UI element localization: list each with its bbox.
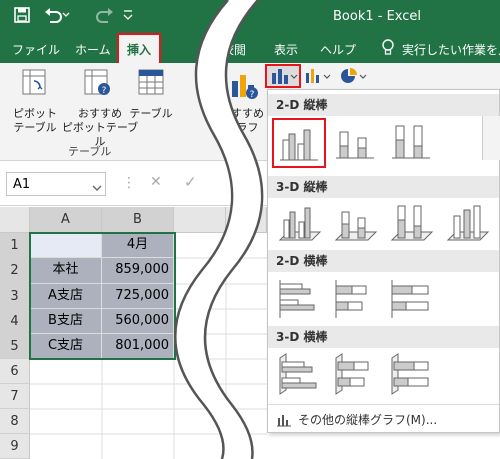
more-charts-icon — [276, 412, 292, 431]
3d-stacked-bar-icon[interactable] — [330, 352, 380, 400]
3d-stacked-column-icon[interactable] — [330, 200, 380, 248]
ribbon-right-edge — [482, 116, 500, 160]
menu-divider — [268, 404, 499, 405]
stacked-column-icon[interactable] — [330, 120, 380, 168]
3d-clustered-column-icon[interactable] — [274, 200, 324, 248]
section-3d-bar: 3-D 横棒 — [268, 326, 499, 348]
percent-stacked-column-icon[interactable] — [386, 120, 436, 168]
stacked-bar-icon[interactable] — [330, 276, 380, 324]
3d-percent-stacked-column-icon[interactable] — [386, 200, 436, 248]
clustered-column-icon[interactable] — [272, 118, 326, 168]
column-chart-menu: 2-D 縦棒 3-D 縦棒 2-D 横棒 3-D 横棒 その他の縦棒グラフ(M)… — [267, 89, 500, 433]
3d-column-icon[interactable] — [442, 200, 492, 248]
3d-percent-stacked-bar-icon[interactable] — [386, 352, 436, 400]
section-2d-bar: 2-D 横棒 — [268, 250, 499, 272]
section-2d-column: 2-D 縦棒 — [268, 94, 499, 116]
3d-clustered-bar-icon[interactable] — [274, 352, 324, 400]
clustered-bar-icon[interactable] — [274, 276, 324, 324]
section-3d-column: 3-D 縦棒 — [268, 176, 499, 198]
more-column-charts-link[interactable]: その他の縦棒グラフ(M)... — [298, 411, 437, 428]
percent-stacked-bar-icon[interactable] — [386, 276, 436, 324]
